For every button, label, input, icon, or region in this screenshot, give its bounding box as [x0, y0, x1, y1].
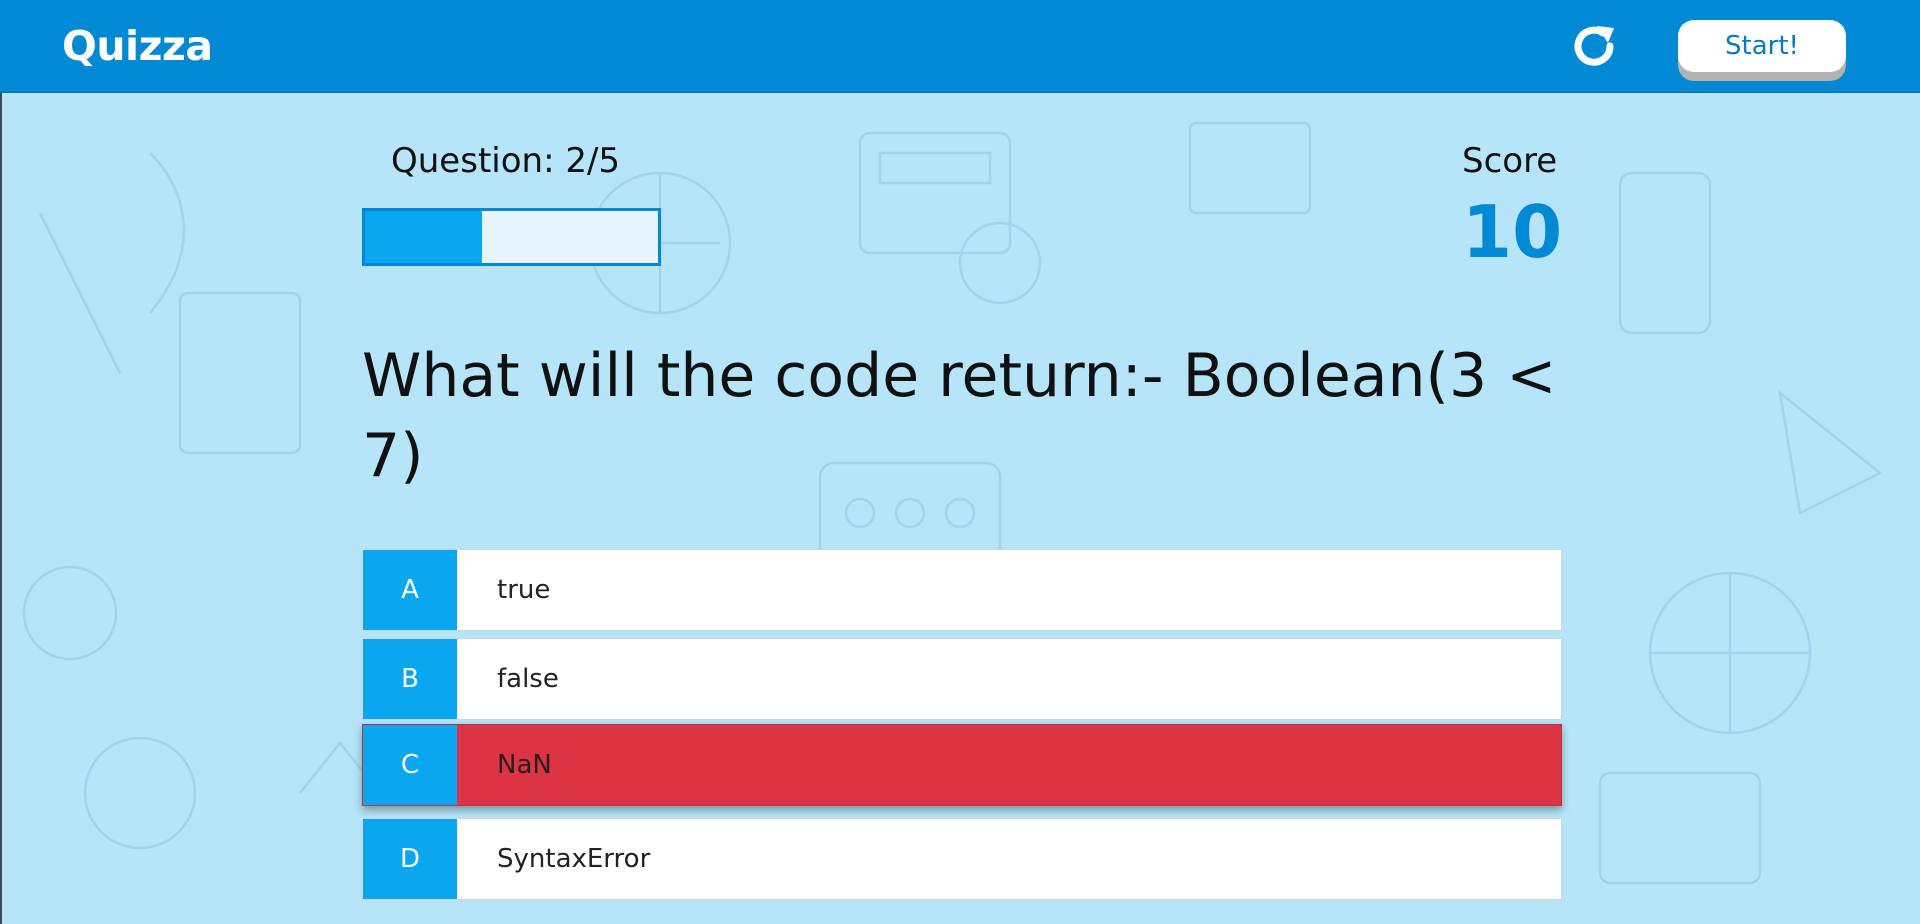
answer-prefix: C	[363, 725, 457, 805]
progress-bar	[362, 208, 661, 266]
answer-text: true	[497, 575, 551, 605]
app-logo: Quizza	[62, 22, 213, 70]
progress-bar-fill	[365, 211, 483, 263]
answer-option-c[interactable]: C NaN	[362, 724, 1562, 806]
answer-option-a[interactable]: A true	[362, 549, 1562, 631]
top-bar: Quizza Start!	[0, 0, 1920, 93]
answer-text: NaN	[497, 750, 552, 780]
answer-option-b[interactable]: B false	[362, 638, 1562, 720]
answer-text: false	[497, 664, 559, 694]
answer-option-d[interactable]: D SyntaxError	[362, 818, 1562, 900]
score-value: 10	[1462, 190, 1563, 274]
question-text: What will the code return:- Boolean(3 < …	[362, 341, 1557, 491]
score-label: Score	[1462, 141, 1558, 181]
answer-text: SyntaxError	[497, 844, 651, 874]
reload-icon[interactable]	[1570, 22, 1620, 72]
start-button[interactable]: Start!	[1678, 20, 1846, 72]
answer-prefix: B	[363, 639, 457, 719]
question-counter: Question: 2/5	[391, 141, 621, 181]
answer-prefix: A	[363, 550, 457, 630]
answer-prefix: D	[363, 819, 457, 899]
